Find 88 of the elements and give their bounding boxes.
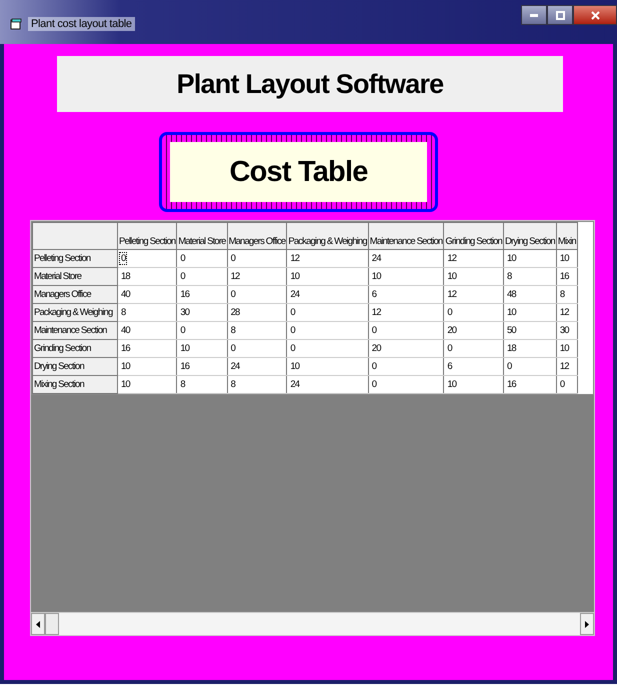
- table-cell[interactable]: 0: [288, 324, 297, 337]
- table-cell[interactable]: 0: [288, 306, 297, 319]
- table-cell[interactable]: 12: [228, 270, 242, 283]
- table-cell[interactable]: 16: [119, 342, 132, 355]
- table-cell[interactable]: 24: [288, 288, 302, 301]
- right-arrow-icon: [585, 620, 589, 628]
- row-header[interactable]: Maintenance Section: [32, 322, 118, 340]
- table-cell[interactable]: 10: [370, 270, 383, 283]
- table-cell[interactable]: 8: [228, 324, 237, 337]
- table-cell[interactable]: 12: [445, 288, 458, 301]
- close-button[interactable]: [573, 5, 617, 25]
- table-cell[interactable]: 10: [504, 306, 518, 319]
- table-cell[interactable]: 0: [228, 342, 237, 355]
- row-header[interactable]: Packaging & Weighing: [32, 304, 118, 322]
- table-cell[interactable]: 30: [178, 306, 192, 319]
- column-header[interactable]: Drying Section: [503, 222, 556, 250]
- table-cell[interactable]: 12: [288, 252, 302, 265]
- column-header[interactable]: Pelleting Section: [118, 222, 177, 250]
- table-cell[interactable]: 10: [504, 252, 518, 265]
- table-cell[interactable]: 0: [228, 252, 237, 265]
- table-cell[interactable]: 12: [370, 306, 383, 319]
- table-cell[interactable]: 28: [228, 306, 242, 319]
- table-cell[interactable]: 18: [119, 270, 132, 283]
- horizontal-scrollbar[interactable]: [31, 612, 594, 635]
- table-cell[interactable]: 12: [445, 252, 458, 265]
- table-cell[interactable]: 0: [370, 324, 378, 337]
- header-title: Plant Layout Software: [57, 56, 563, 112]
- table-cell[interactable]: 10: [288, 360, 302, 373]
- column-header[interactable]: Material Store: [176, 222, 228, 250]
- table-cell[interactable]: 16: [178, 288, 192, 301]
- table-cell[interactable]: 40: [119, 324, 132, 337]
- table-cell[interactable]: 40: [119, 288, 132, 301]
- scroll-right-button[interactable]: [580, 613, 594, 635]
- table-cell[interactable]: 24: [288, 378, 302, 391]
- close-icon: [590, 10, 600, 20]
- table-cell[interactable]: 10: [119, 378, 132, 391]
- maximize-button[interactable]: [547, 5, 573, 25]
- table-cell[interactable]: 10: [445, 378, 458, 391]
- column-header[interactable]: Packaging & Weighing: [286, 222, 368, 250]
- table-cell[interactable]: 10: [178, 342, 192, 355]
- table-cell[interactable]: 0: [178, 252, 187, 265]
- maximize-icon: [556, 10, 564, 20]
- table-cell[interactable]: 24: [370, 252, 383, 265]
- table-cell[interactable]: 0: [178, 270, 187, 283]
- row-header[interactable]: Managers Office: [32, 286, 118, 304]
- column-header[interactable]: Mixin: [556, 222, 578, 250]
- scroll-thumb[interactable]: [45, 613, 59, 635]
- table-cell[interactable]: 10: [119, 360, 132, 373]
- table-cell[interactable]: 0: [504, 360, 514, 373]
- row-header[interactable]: Drying Section: [32, 358, 118, 376]
- table-cell[interactable]: 6: [445, 360, 454, 373]
- table-cell[interactable]: 0: [228, 288, 237, 301]
- row-header[interactable]: Pelleting Section: [32, 250, 118, 268]
- row-header[interactable]: Grinding Section: [32, 340, 118, 358]
- minimize-icon: [530, 14, 538, 16]
- table-cell[interactable]: 10: [445, 270, 458, 283]
- table-cell[interactable]: 20: [370, 342, 383, 355]
- table-cell[interactable]: 0: [445, 306, 454, 319]
- table-cell[interactable]: 0: [370, 360, 378, 373]
- table-cell[interactable]: 6: [370, 288, 378, 301]
- table-cell[interactable]: 24: [228, 360, 242, 373]
- column-header[interactable]: Grinding Section: [444, 222, 504, 250]
- row-header[interactable]: Material Store: [32, 268, 118, 286]
- column-header[interactable]: Managers Office: [227, 222, 287, 250]
- table-cell[interactable]: 0: [178, 324, 187, 337]
- minimize-button[interactable]: [521, 5, 547, 25]
- column-header[interactable]: Maintenance Section: [368, 222, 444, 250]
- table-cell[interactable]: 50: [504, 324, 518, 337]
- table-cell[interactable]: 20: [445, 324, 458, 337]
- table-cell[interactable]: 8: [178, 378, 187, 391]
- table-cell[interactable]: 10: [288, 270, 302, 283]
- table-cell[interactable]: 16: [178, 360, 192, 373]
- window-title: Plant cost layout table: [28, 17, 135, 31]
- table-cell[interactable]: 0: [119, 252, 128, 265]
- table-cell[interactable]: 8: [119, 306, 128, 319]
- table-cell[interactable]: 18: [504, 342, 518, 355]
- table-cell[interactable]: 16: [504, 378, 518, 391]
- table-cell[interactable]: 48: [504, 288, 518, 301]
- table-cell[interactable]: 8: [228, 378, 237, 391]
- table-cell[interactable]: 8: [504, 270, 514, 283]
- left-arrow-icon: [36, 620, 40, 628]
- cost-table-button[interactable]: Cost Table: [159, 132, 438, 212]
- scroll-left-button[interactable]: [31, 613, 45, 635]
- table-cell[interactable]: 0: [288, 342, 297, 355]
- row-header[interactable]: Mixing Section: [32, 376, 118, 394]
- table-cell[interactable]: 0: [445, 342, 454, 355]
- table-cell[interactable]: 0: [370, 378, 378, 391]
- app-icon: [10, 18, 22, 30]
